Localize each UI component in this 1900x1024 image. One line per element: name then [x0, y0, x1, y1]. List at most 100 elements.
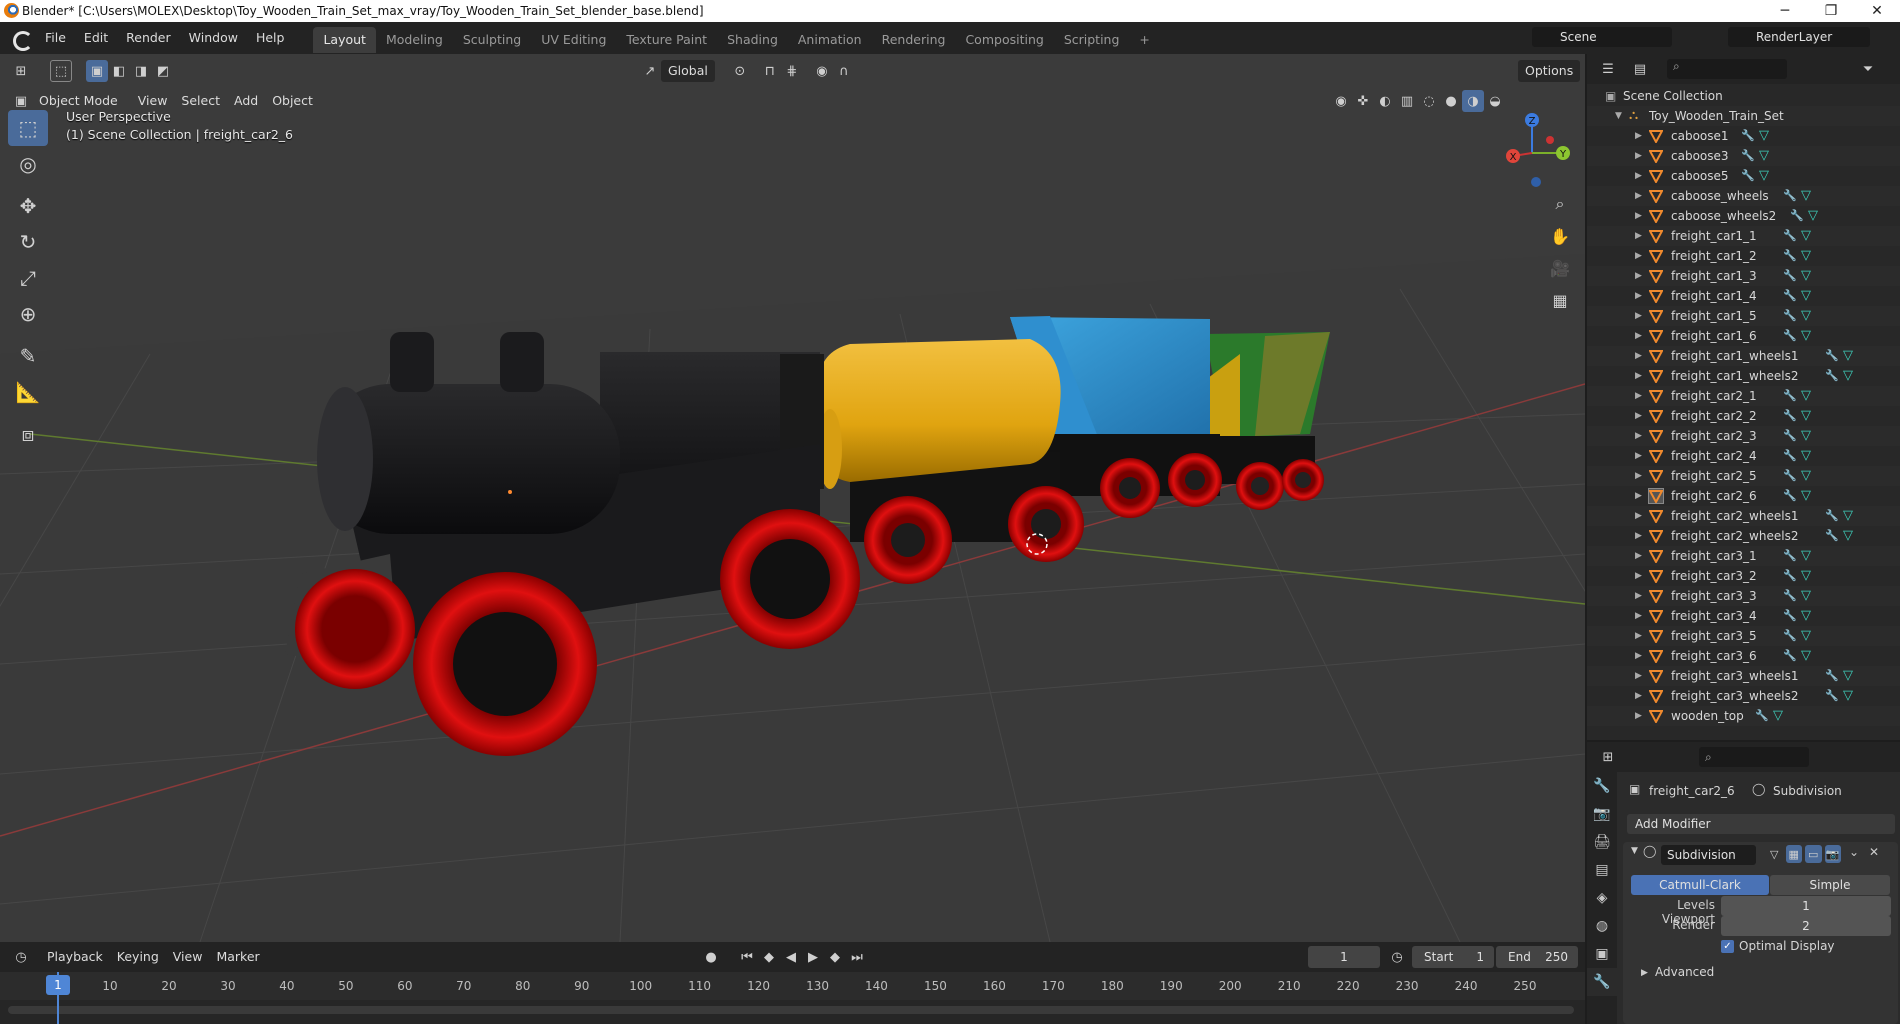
outliner-object-row[interactable]: ▶ freight_car1_5 🔧 ▽ [1587, 306, 1900, 326]
select-tool-icon[interactable]: ⬚ [8, 110, 48, 146]
view-layer-tab-icon[interactable]: ▤ [1587, 856, 1617, 884]
modifier-wrench-icon[interactable]: 🔧 [1783, 329, 1797, 343]
tab-animation[interactable]: Animation [788, 27, 872, 53]
snap-target-icon[interactable]: ⋕ [781, 60, 803, 82]
object-expand-icon[interactable]: ▶ [1635, 326, 1642, 346]
outliner-object-row[interactable]: ▶ freight_car2_1 🔧 ▽ [1587, 386, 1900, 406]
modifier-tab-icon[interactable]: 🔧 [1587, 968, 1617, 996]
mesh-data-icon[interactable]: ▽ [1843, 509, 1857, 523]
tab-rendering[interactable]: Rendering [872, 27, 956, 53]
world-tab-icon[interactable]: ◍ [1587, 912, 1617, 940]
modifier-wrench-icon[interactable]: 🔧 [1825, 529, 1839, 543]
pan-hand-icon[interactable]: ✋ [1546, 222, 1574, 250]
options-dropdown[interactable]: Options [1518, 60, 1581, 82]
outliner-object-row[interactable]: ▶ freight_car1_wheels2 🔧 ▽ [1587, 366, 1900, 386]
object-expand-icon[interactable]: ▶ [1635, 706, 1642, 726]
orientation-dropdown[interactable]: Global [661, 60, 715, 82]
mesh-data-icon[interactable]: ▽ [1843, 529, 1857, 543]
blender-menu-icon[interactable] [10, 28, 33, 51]
outliner-object-row[interactable]: ▶ caboose1 🔧 ▽ [1587, 126, 1900, 146]
menu-help[interactable]: Help [247, 22, 294, 54]
object-expand-icon[interactable]: ▶ [1635, 206, 1642, 226]
timeline-ruler[interactable]: 1102030405060708090100110120130140150160… [0, 972, 1585, 1000]
modifier-wrench-icon[interactable]: 🔧 [1755, 709, 1769, 723]
maximize-button[interactable]: ❐ [1808, 0, 1854, 22]
scene-selector[interactable]: Scene [1532, 27, 1672, 47]
outliner-object-row[interactable]: ▶ wooden_top 🔧 ▽ [1587, 706, 1900, 726]
filter-icon[interactable]: ⏷ [1857, 58, 1879, 80]
outliner-object-row[interactable]: ▶ freight_car3_1 🔧 ▽ [1587, 546, 1900, 566]
tab-texture-paint[interactable]: Texture Paint [616, 27, 717, 53]
object-expand-icon[interactable]: ▶ [1635, 666, 1642, 686]
mesh-data-icon[interactable]: ▽ [1843, 669, 1857, 683]
tab-uv-editing[interactable]: UV Editing [531, 27, 616, 53]
falloff-icon[interactable]: ∩ [833, 60, 855, 82]
catmull-clark-button[interactable]: Catmull-Clark [1631, 875, 1769, 895]
outliner-object-row[interactable]: ▶ freight_car2_6 🔧 ▽ [1587, 486, 1900, 506]
add-cube-tool-icon[interactable]: ⧈ [8, 416, 48, 452]
modifier-wrench-icon[interactable]: 🔧 [1790, 209, 1804, 223]
mesh-data-icon[interactable]: ▽ [1801, 409, 1815, 423]
mesh-data-icon[interactable]: ▽ [1801, 449, 1815, 463]
tool-tab-icon[interactable]: 🔧 [1587, 772, 1617, 800]
outliner-editor-type-icon[interactable]: ☰ [1597, 58, 1619, 80]
mesh-data-icon[interactable]: ▽ [1801, 569, 1815, 583]
modifier-wrench-icon[interactable]: 🔧 [1783, 649, 1797, 663]
snap-icon[interactable]: ⊓ [759, 60, 781, 82]
object-expand-icon[interactable]: ▶ [1635, 586, 1642, 606]
object-expand-icon[interactable]: ▶ [1635, 506, 1642, 526]
mesh-data-icon[interactable]: ▽ [1801, 489, 1815, 503]
object-expand-icon[interactable]: ▶ [1635, 266, 1642, 286]
object-expand-icon[interactable]: ▶ [1635, 626, 1642, 646]
add-modifier-button[interactable]: Add Modifier [1627, 814, 1895, 834]
mesh-data-icon[interactable]: ▽ [1843, 369, 1857, 383]
object-expand-icon[interactable]: ▶ [1635, 466, 1642, 486]
minimize-button[interactable]: ─ [1762, 0, 1808, 22]
play-icon[interactable]: ▶ [802, 946, 824, 968]
menu-keying[interactable]: Keying [110, 946, 166, 968]
modifier-wrench-icon[interactable]: 🔧 [1783, 469, 1797, 483]
close-button[interactable]: ✕ [1854, 0, 1900, 22]
jump-end-icon[interactable]: ⏭ [846, 946, 868, 968]
object-expand-icon[interactable]: ▶ [1635, 186, 1642, 206]
modifier-dropdown-icon[interactable]: ⌄ [1849, 845, 1859, 859]
object-expand-icon[interactable]: ▶ [1635, 446, 1642, 466]
outliner-object-row[interactable]: ▶ caboose_wheels 🔧 ▽ [1587, 186, 1900, 206]
view-layer-selector[interactable]: RenderLayer [1728, 27, 1870, 47]
mesh-data-icon[interactable]: ▽ [1801, 269, 1815, 283]
properties-editor-type-icon[interactable]: ⊞ [1597, 746, 1619, 768]
on-cage-icon[interactable]: ▽ [1766, 845, 1783, 863]
object-expand-icon[interactable]: ▶ [1635, 406, 1642, 426]
object-expand-icon[interactable]: ▶ [1635, 546, 1642, 566]
select-mode-extend-icon[interactable]: ◧ [108, 60, 130, 82]
mesh-data-icon[interactable]: ▽ [1801, 609, 1815, 623]
display-mode-icon[interactable]: ▤ [1629, 58, 1651, 80]
transform-tool-icon[interactable]: ⊕ [8, 296, 48, 332]
outliner-object-row[interactable]: ▶ freight_car1_1 🔧 ▽ [1587, 226, 1900, 246]
timeline-editor-type-icon[interactable]: ◷ [10, 946, 32, 968]
scale-tool-icon[interactable]: ⤢ [8, 260, 48, 296]
object-expand-icon[interactable]: ▶ [1635, 366, 1642, 386]
modifier-wrench-icon[interactable]: 🔧 [1783, 489, 1797, 503]
object-expand-icon[interactable]: ▶ [1635, 486, 1642, 506]
outliner-object-row[interactable]: ▶ caboose3 🔧 ▽ [1587, 146, 1900, 166]
measure-tool-icon[interactable]: 📐 [8, 374, 48, 410]
mesh-data-icon[interactable]: ▽ [1801, 549, 1815, 563]
outliner-object-row[interactable]: ▶ freight_car3_3 🔧 ▽ [1587, 586, 1900, 606]
modifier-wrench-icon[interactable]: 🔧 [1783, 429, 1797, 443]
menu-file[interactable]: File [36, 22, 75, 54]
editor-type-icon[interactable]: ⊞ [10, 60, 32, 82]
object-expand-icon[interactable]: ▶ [1635, 246, 1642, 266]
mesh-data-icon[interactable]: ▽ [1801, 329, 1815, 343]
object-expand-icon[interactable]: ▶ [1635, 686, 1642, 706]
menu-render[interactable]: Render [117, 22, 180, 54]
select-mode-subtract-icon[interactable]: ◨ [130, 60, 152, 82]
solid-shading-icon[interactable]: ● [1440, 90, 1462, 112]
tab-layout[interactable]: Layout [313, 26, 376, 53]
advanced-section[interactable]: Advanced [1655, 965, 1714, 979]
menu-playback[interactable]: Playback [40, 946, 110, 968]
select-mode-invert-icon[interactable]: ◩ [152, 60, 174, 82]
timeline-scrollbar[interactable] [8, 1006, 1574, 1014]
gizmo-toggle-icon[interactable]: ✜ [1352, 90, 1374, 112]
collapse-arrow-icon[interactable]: ▼ [1631, 846, 1638, 856]
